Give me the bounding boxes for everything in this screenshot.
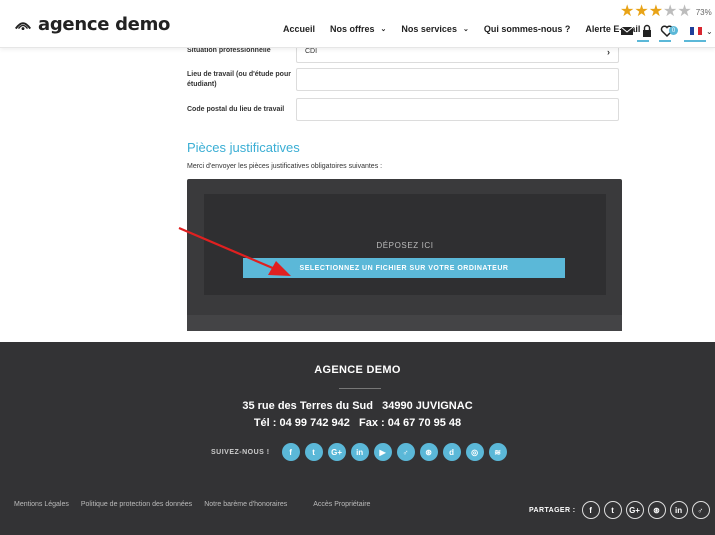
youtube-icon[interactable]: ▶ (373, 443, 392, 461)
dailymotion-icon[interactable]: d (442, 443, 461, 461)
star-filled-icon: ★ (620, 3, 635, 20)
site-logo[interactable]: agence demo (14, 14, 170, 35)
section-subtitle: Merci d'envoyer les pièces justificative… (187, 163, 383, 170)
facebook-icon[interactable]: f (281, 443, 300, 461)
code-postal-input[interactable] (296, 98, 619, 121)
logo-icon (14, 21, 32, 30)
footer-address: 35 rue des Terres du Sud 34990 JUVIGNAC (242, 400, 473, 412)
nav-accueil[interactable]: Accueil (283, 24, 315, 34)
linkedin-icon[interactable]: in (669, 501, 688, 519)
follow-label: SUIVEZ-NOUS ! (211, 448, 270, 456)
nav-nos-offres[interactable]: Nos offres ⌄ (330, 24, 386, 34)
field-label: Lieu de travail (ou d'étude pour étudian… (187, 71, 291, 88)
chevron-down-icon: ⌄ (462, 26, 469, 33)
flag-fr-icon (690, 27, 702, 35)
nav-label: Nos services (401, 24, 457, 34)
red-arrow-annotation (178, 226, 291, 276)
header-underline-accent (684, 40, 706, 42)
footer-title: AGENCE DEMO (314, 364, 401, 376)
chevron-right-icon: › (607, 46, 610, 57)
nav-qui-sommes-nous[interactable]: Qui sommes-nous ? (484, 24, 571, 34)
chevron-down-icon: ⌄ (380, 26, 387, 33)
instagram-icon[interactable]: ◎ (465, 443, 484, 461)
footer-phone: Tél : 04 99 742 942 Fax : 04 67 70 95 48 (253, 417, 462, 429)
header-underline-accent (659, 40, 671, 42)
rating-percent: 73% (695, 7, 712, 17)
rating-stars: ★ ★ ★ ★ ★ 73% (620, 4, 712, 20)
pinterest-icon[interactable]: ⊛ (419, 443, 438, 461)
star-empty-icon: ★ (677, 3, 692, 20)
rss-icon[interactable]: ≋ (488, 443, 507, 461)
chevron-down-icon: ⌄ (706, 26, 713, 36)
upload-footer-bar (187, 315, 622, 331)
star-filled-icon: ★ (648, 3, 664, 20)
select-value: CDI (305, 48, 318, 55)
link-bareme-honoraires[interactable]: Notre barème d'honoraires (204, 501, 287, 508)
lieu-travail-input[interactable] (296, 68, 619, 91)
site-footer: AGENCE DEMO 35 rue des Terres du Sud 349… (0, 342, 715, 535)
favorites-button[interactable]: 0 (660, 24, 680, 38)
google-plus-icon[interactable]: G+ (625, 501, 644, 519)
link-politique-donnees[interactable]: Politique de protection des données (81, 501, 192, 508)
header-icons: 0 ⌄ (620, 24, 713, 38)
link-mentions-legales[interactable]: Mentions Légales (14, 501, 69, 508)
nav-label: Nos offres (330, 24, 375, 34)
form-row-lieu-travail: Lieu de travail (ou d'étude pour étudian… (187, 68, 619, 92)
google-plus-icon[interactable]: G+ (327, 443, 346, 461)
main-nav: Accueil Nos offres ⌄ Nos services ⌄ Qui so… (283, 24, 655, 34)
form-row-code-postal: Code postal du lieu de travail (187, 98, 619, 122)
logo-text: agence demo (38, 14, 171, 35)
pinterest-icon[interactable]: ⊛ (647, 501, 666, 519)
favorites-count-badge: 0 (669, 26, 678, 35)
nav-label: Qui sommes-nous ? (483, 24, 571, 34)
nav-nos-services[interactable]: Nos services ⌄ (401, 24, 468, 34)
facebook-icon[interactable]: f (581, 501, 600, 519)
mail-icon[interactable] (620, 24, 634, 38)
nav-label: Accueil (283, 24, 316, 34)
linkedin-icon[interactable]: in (350, 443, 369, 461)
share-label: PARTAGER : (529, 506, 576, 514)
link-acces-proprietaire[interactable]: Accès Propriétaire (313, 501, 370, 508)
twitter-icon[interactable]: t (304, 443, 323, 461)
legal-links: Mentions Légales Politique de protection… (14, 501, 382, 508)
viadeo-icon[interactable]: ♂ (691, 501, 710, 519)
star-filled-icon: ★ (634, 3, 649, 20)
header-underline-accent (637, 40, 649, 42)
star-empty-icon: ★ (663, 3, 678, 20)
site-header: agence demo Accueil Nos offres ⌄ Nos serv… (0, 0, 715, 48)
viadeo-icon[interactable]: ♂ (396, 443, 415, 461)
field-label: Code postal du lieu de travail (187, 106, 285, 113)
follow-us: SUIVEZ-NOUS ! f t G+ in ▶ ♂ ⊛ d ◎ ≋ (211, 443, 512, 461)
lock-icon[interactable] (640, 24, 654, 38)
section-title: Pièces justificatives (187, 140, 300, 155)
share-bar: PARTAGER : f t G+ ⊛ in ♂ (529, 501, 714, 519)
footer-divider (339, 388, 381, 389)
language-selector[interactable]: ⌄ (690, 27, 713, 36)
twitter-icon[interactable]: t (603, 501, 622, 519)
